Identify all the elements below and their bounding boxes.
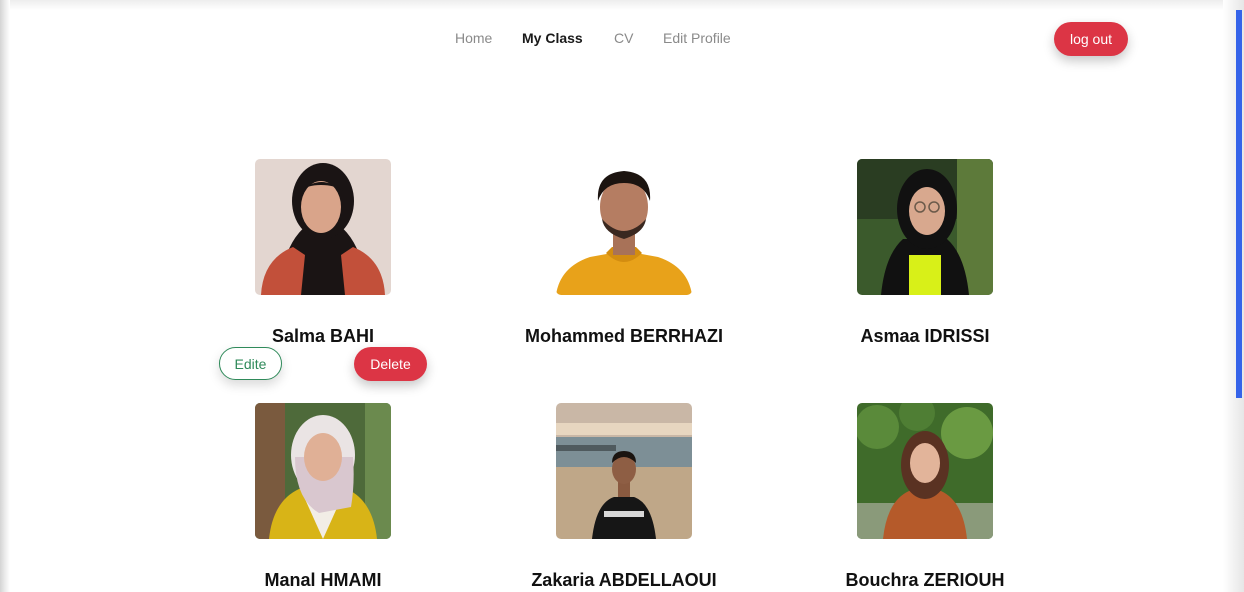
student-photo bbox=[857, 159, 993, 295]
scrollbar-thumb[interactable] bbox=[1236, 10, 1242, 398]
window-top-edge bbox=[10, 0, 1223, 10]
student-photo bbox=[255, 159, 391, 295]
student-photo bbox=[556, 403, 692, 539]
nav-link-home[interactable]: Home bbox=[455, 30, 492, 46]
student-name: Salma BAHI bbox=[271, 326, 375, 346]
student-name: Bouchra ZERIOUH bbox=[845, 570, 1005, 590]
student-name: Manal HMAMI bbox=[264, 570, 382, 590]
student-photo bbox=[556, 159, 692, 295]
student-photo bbox=[255, 403, 391, 539]
window-left-edge bbox=[0, 0, 10, 592]
student-name: Zakaria ABDELLAOUI bbox=[531, 570, 717, 590]
nav-link-my-class[interactable]: My Class bbox=[522, 30, 583, 46]
logout-button[interactable]: log out bbox=[1054, 22, 1128, 56]
student-name: Asmaa IDRISSI bbox=[860, 326, 990, 346]
nav-link-cv[interactable]: CV bbox=[614, 30, 633, 46]
edit-button[interactable]: Edite bbox=[219, 347, 282, 380]
student-name: Mohammed BERRHAZI bbox=[524, 326, 723, 346]
student-photo bbox=[857, 403, 993, 539]
delete-button[interactable]: Delete bbox=[354, 347, 427, 381]
nav-link-edit-profile[interactable]: Edit Profile bbox=[663, 30, 731, 46]
